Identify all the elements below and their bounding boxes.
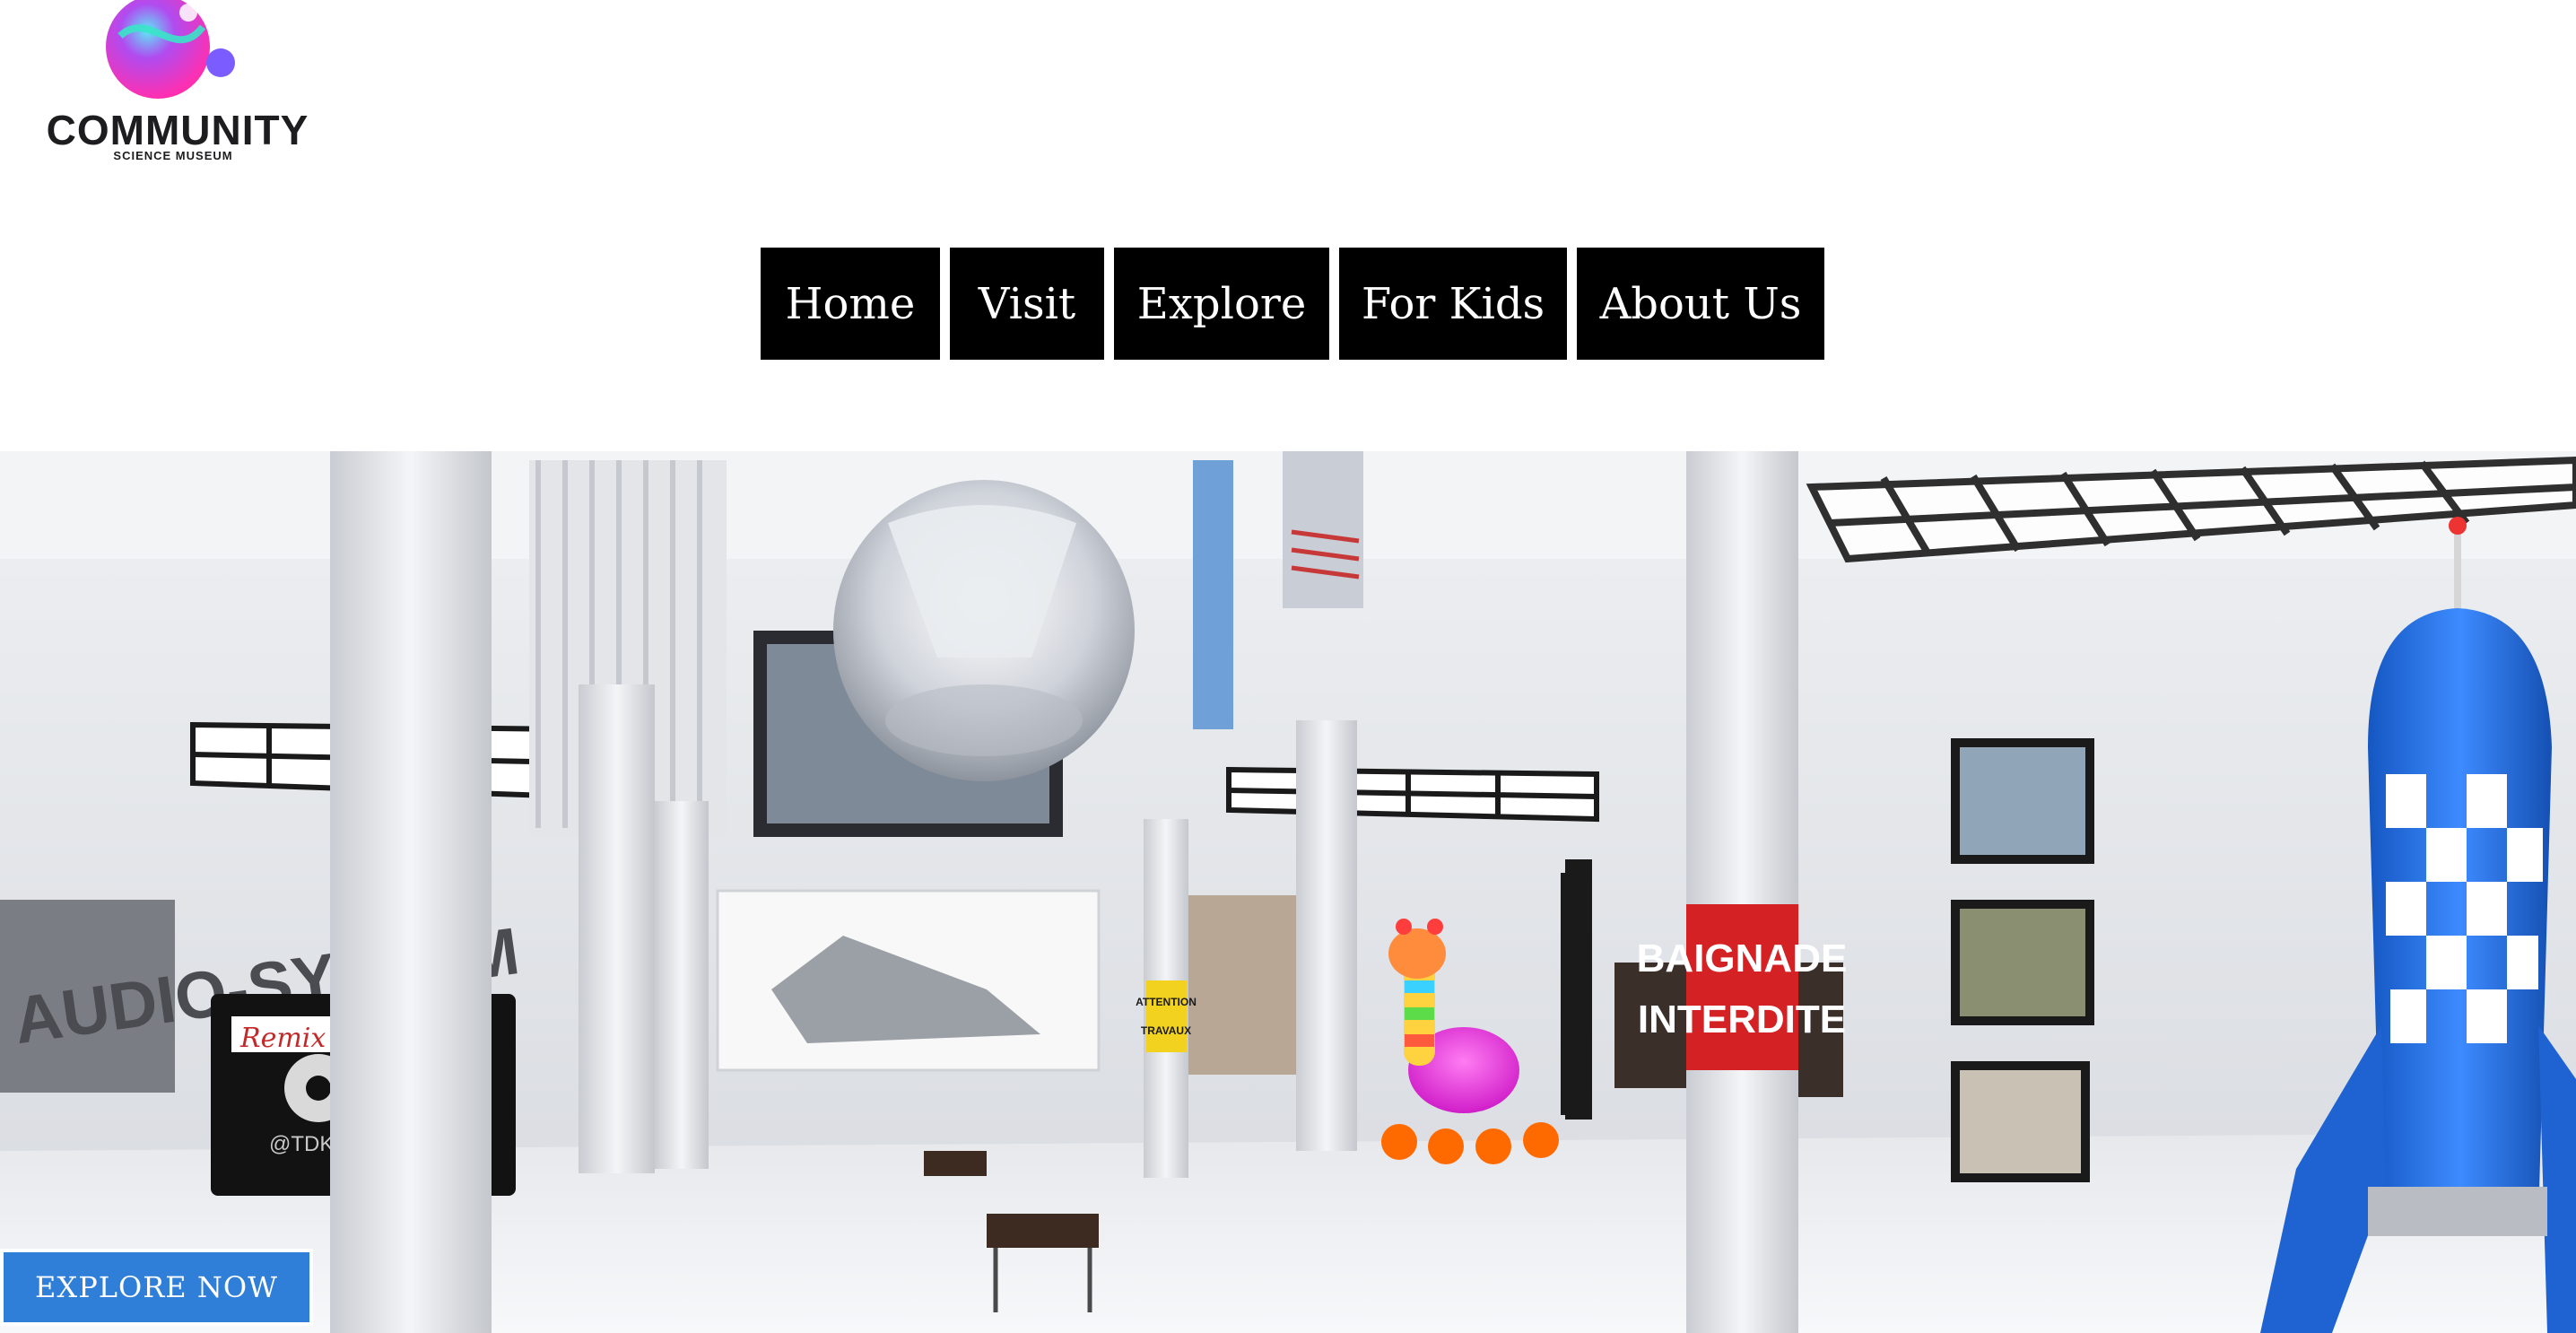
main-nav: Home Visit Explore For Kids About Us [761,248,1824,360]
nav-explore[interactable]: Explore [1114,248,1329,360]
pillar-sign-line-2: INTERDITE [1638,998,1846,1041]
logo-orb-icon [106,0,235,99]
caution-sign-line-2: TRAVAUX [1141,1024,1191,1037]
mirror-sphere [833,480,1135,781]
logo-tagline: SCIENCE MUSEUM [113,149,233,162]
nav-visit[interactable]: Visit [950,248,1104,360]
logo-text: COMMUNITY [46,107,309,153]
pillar-sign-line-1: BAIGNADE [1637,937,1848,980]
nav-for-kids[interactable]: For Kids [1339,248,1567,360]
cassette-brand: @TDK [269,1132,334,1156]
museum-hall-illustration: AUDIO-SYSTEM Remix @TDK ATTENTION TRAVAU… [0,451,2576,1333]
site-logo[interactable]: COMMUNITY SCIENCE MUSEUM [43,0,312,166]
hero-image: AUDIO-SYSTEM Remix @TDK ATTENTION TRAVAU… [0,451,2576,1333]
cassette-label: Remix [239,1023,326,1054]
pillar-sign [1686,904,1798,1070]
caution-sign-line-1: ATTENTION [1136,996,1197,1008]
explore-now-button[interactable]: EXPLORE NOW [0,1249,313,1326]
nav-about-us[interactable]: About Us [1577,248,1824,360]
nav-home[interactable]: Home [761,248,940,360]
